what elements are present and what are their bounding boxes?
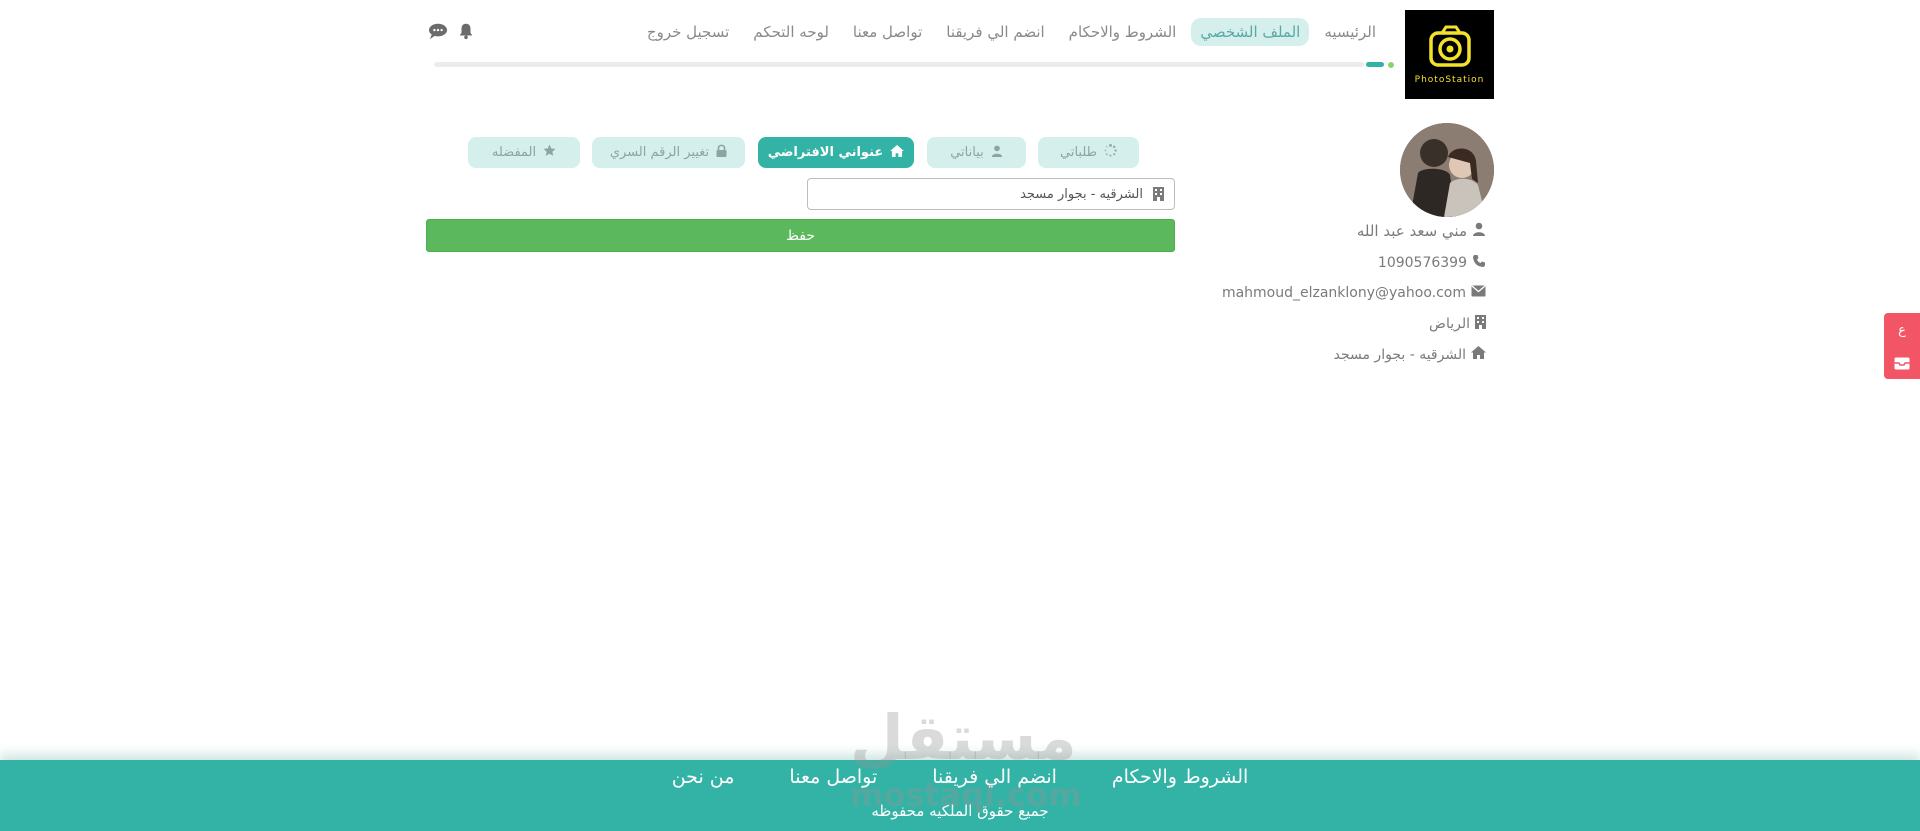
tab-my-data-label: بياناتي xyxy=(950,145,984,160)
profile-email-row: mahmoud_elzanklony@yahoo.com xyxy=(1222,285,1486,301)
profile-email: mahmoud_elzanklony@yahoo.com xyxy=(1221,285,1466,301)
logo-text: PhotoStation xyxy=(1414,74,1485,85)
profile-address-row: الشرقيه - بجوار مسجد xyxy=(1334,346,1486,363)
home-icon xyxy=(1471,346,1486,363)
tab-favorites-label: المفضله xyxy=(491,145,537,160)
star-icon xyxy=(543,144,556,161)
home-icon xyxy=(890,144,905,161)
nav-contact[interactable]: تواصل معنا xyxy=(844,18,931,46)
copyright: جميع حقوق الملكيه محفوظه xyxy=(871,802,1049,820)
tab-default-address[interactable]: عنواني الافتراضي xyxy=(758,137,914,168)
nav-terms[interactable]: الشروط والاحكام xyxy=(1060,18,1186,46)
tab-orders-label: طلباتي xyxy=(1060,145,1097,160)
tab-favorites[interactable]: المفضله xyxy=(468,137,580,168)
user-icon xyxy=(991,145,1003,161)
profile-address: الشرقيه - بجوار مسجد xyxy=(1333,346,1466,363)
side-widget: ع xyxy=(1884,313,1920,379)
main-nav: الرئيسيه الملف الشخصي الشروط والاحكام ان… xyxy=(638,17,1385,47)
nav-join-team[interactable]: انضم الي فريقنا xyxy=(937,18,1053,46)
nav-home[interactable]: الرئيسيه xyxy=(1315,18,1385,46)
profile-name-row: مني سعد عبد الله xyxy=(1357,222,1486,240)
tab-change-password-label: تغيير الرقم السري xyxy=(609,145,710,160)
nav-dashboard[interactable]: لوحه التحكم xyxy=(744,18,838,46)
nav-logout[interactable]: تسجيل خروج xyxy=(638,18,738,46)
footer-link-contact[interactable]: تواصل معنا xyxy=(789,766,877,788)
profile-phone-row: 1090576399 xyxy=(1378,254,1486,272)
lock-icon xyxy=(716,144,727,161)
camera-logo-icon xyxy=(1428,25,1471,67)
user-icon xyxy=(1472,222,1486,240)
tab-change-password[interactable]: تغيير الرقم السري xyxy=(592,137,745,168)
address-input[interactable] xyxy=(841,185,1145,203)
phone-icon xyxy=(1472,254,1486,272)
tab-default-address-label: عنواني الافتراضي xyxy=(767,145,884,160)
profile-city: الرياض xyxy=(1429,316,1470,332)
progress-dot xyxy=(1388,62,1394,68)
chat-icon[interactable] xyxy=(427,20,449,42)
inbox-icon[interactable] xyxy=(1894,357,1910,370)
footer-link-terms[interactable]: الشروط والاحكام xyxy=(1112,766,1248,788)
building-icon xyxy=(1153,187,1164,201)
logo[interactable]: PhotoStation xyxy=(1405,10,1494,99)
profile-city-row: الرياض xyxy=(1429,315,1486,333)
progress-track xyxy=(434,62,1364,67)
tab-my-data[interactable]: بياناتي xyxy=(927,137,1026,168)
envelope-icon xyxy=(1471,285,1486,301)
spinner-icon xyxy=(1104,144,1117,161)
footer-link-join[interactable]: انضم الي فريقنا xyxy=(932,766,1057,788)
tab-orders[interactable]: طلباتي xyxy=(1038,137,1139,168)
footer-link-about[interactable]: من نحن xyxy=(672,766,735,788)
save-button[interactable]: حفظ xyxy=(426,219,1175,252)
profile-phone: 1090576399 xyxy=(1377,255,1467,271)
profile-name: مني سعد عبد الله xyxy=(1356,222,1467,240)
footer-links: الشروط والاحكام انضم الي فريقنا تواصل مع… xyxy=(0,766,1920,788)
nav-profile[interactable]: الملف الشخصي xyxy=(1191,18,1310,46)
watermark-logo: مستقل xyxy=(850,701,1077,774)
ar-toggle-icon[interactable]: ع xyxy=(1898,323,1906,338)
avatar xyxy=(1400,123,1494,217)
bell-icon[interactable] xyxy=(455,20,477,42)
building-icon xyxy=(1475,315,1486,333)
address-field[interactable] xyxy=(807,178,1175,210)
progress-fill xyxy=(1366,62,1384,67)
